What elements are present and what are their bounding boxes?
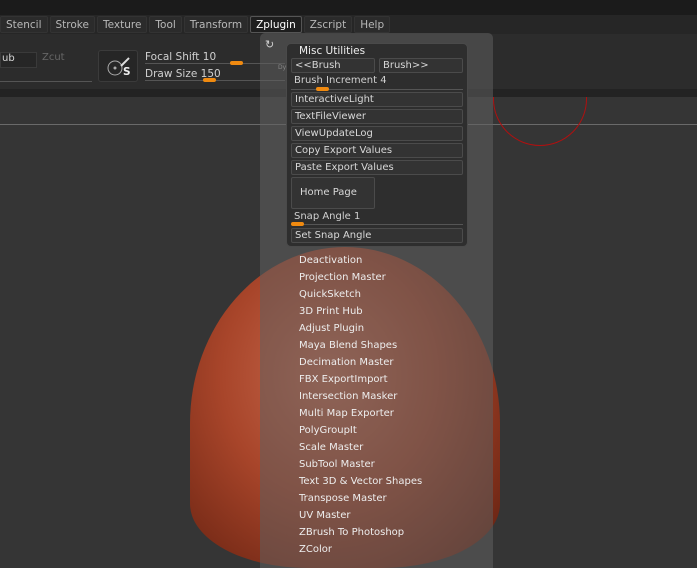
title-bar [0,0,697,15]
plugin-item[interactable]: Scale Master [299,442,363,454]
plugin-item[interactable]: Adjust Plugin [299,323,364,335]
plugin-item[interactable]: Decimation Master [299,357,393,369]
plugin-item[interactable]: QuickSketch [299,289,361,301]
snap-angle-value: 1 [353,211,361,222]
menu-transform[interactable]: Transform [183,16,249,33]
misc-utilities-title[interactable]: Misc Utilities [299,45,365,57]
brush-increment-value: 4 [380,75,387,86]
menu-bar: Stencil Stroke Texture Tool Transform Zp… [0,15,697,34]
brush-increment-knob[interactable] [316,87,329,91]
brush-increment-text: Brush Increment [294,75,378,86]
home-page-button[interactable]: Home Page [291,177,375,209]
focal-shift-text: Focal Shift [145,51,200,63]
menu-help[interactable]: Help [354,16,391,33]
view-update-log-button[interactable]: ViewUpdateLog [291,126,463,141]
plugin-item[interactable]: UV Master [299,510,351,522]
plugin-item[interactable]: 3D Print Hub [299,306,363,318]
draw-size-text: Draw Size [145,68,198,80]
brush-badge: S [123,66,131,78]
plugin-item[interactable]: PolyGroupIt [299,425,357,437]
text-file-viewer-button[interactable]: TextFileViewer [291,109,463,124]
dynamic-label: Dy [278,64,287,71]
prev-brush-button[interactable]: <<Brush [291,58,375,73]
set-snap-angle-button[interactable]: Set Snap Angle [291,228,463,243]
zsub-button[interactable]: ub [0,52,37,68]
snap-angle-label: Snap Angle 1 [294,211,360,222]
focal-shift-knob[interactable] [230,61,243,65]
menu-zplugin[interactable]: Zplugin [250,16,302,33]
plugin-item[interactable]: FBX ExportImport [299,374,388,386]
paste-export-values-button[interactable]: Paste Export Values [291,160,463,175]
interactive-light-button[interactable]: InteractiveLight [291,92,463,107]
plugin-item[interactable]: SubTool Master [299,459,375,471]
brush-glyph-icon [107,57,130,76]
plugin-item[interactable]: Text 3D & Vector Shapes [299,476,422,488]
plugin-item[interactable]: Multi Map Exporter [299,408,394,420]
menu-stroke[interactable]: Stroke [49,16,95,33]
snap-angle-slider[interactable] [291,224,463,225]
plugin-item[interactable]: Maya Blend Shapes [299,340,397,352]
next-brush-button[interactable]: Brush>> [379,58,463,73]
zintensity-slider[interactable] [0,81,92,82]
focal-shift-label: Focal Shift 10 [145,51,216,63]
copy-export-values-button[interactable]: Copy Export Values [291,143,463,158]
brush-increment-label: Brush Increment 4 [294,75,387,86]
misc-utilities-panel: Misc Utilities <<Brush Brush>> Brush Inc… [286,43,468,247]
menu-texture[interactable]: Texture [96,16,148,33]
refresh-icon[interactable]: ↻ [265,38,274,51]
focal-shift-value: 10 [202,51,217,63]
menu-stencil[interactable]: Stencil [0,16,48,33]
brush-cursor-circle [493,97,587,146]
draw-size-knob[interactable] [203,78,216,82]
plugin-item[interactable]: Intersection Masker [299,391,397,403]
brush-icon[interactable]: S [98,50,138,82]
plugin-item[interactable]: Transpose Master [299,493,387,505]
snap-angle-text: Snap Angle [294,211,351,222]
plugin-item[interactable]: ZBrush To Photoshop [299,527,404,539]
plugin-item[interactable]: ZColor [299,544,332,556]
menu-zscript[interactable]: Zscript [303,16,353,33]
snap-angle-knob[interactable] [291,222,304,226]
plugin-item[interactable]: Deactivation [299,255,362,267]
plugin-item[interactable]: Projection Master [299,272,386,284]
zcut-button[interactable]: Zcut [42,52,65,63]
menu-tool[interactable]: Tool [149,16,182,33]
